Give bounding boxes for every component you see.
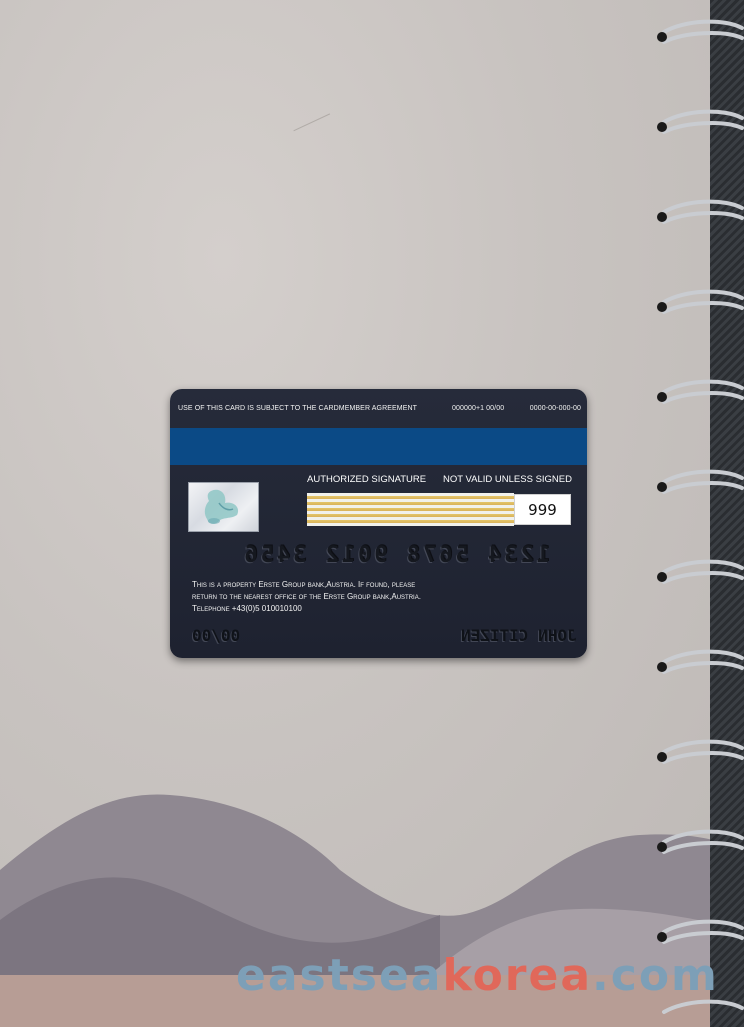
cvv-code: 999 [528, 500, 557, 519]
watermark-part-3: .com [592, 950, 719, 1001]
site-watermark: eastseakorea.com [236, 950, 719, 1004]
spiral-binding [657, 19, 744, 1014]
property-notice: This is a property Erste Group bank,Aust… [192, 579, 522, 615]
paper-crease [293, 113, 347, 167]
reference-code: 000000+1 00/00 [452, 405, 505, 412]
cvv-box: 999 [514, 494, 571, 525]
property-line-1: This is a property Erste Group bank,Aust… [192, 580, 416, 589]
property-line-2: return to the nearest office of the Erst… [192, 592, 421, 601]
signature-labels: AUTHORIZED SIGNATURE NOT VALID UNLESS SI… [307, 474, 572, 486]
card-top-row: USE OF THIS CARD IS SUBJECT TO THE CARDM… [178, 405, 581, 415]
watermark-part-2: korea [442, 950, 593, 1001]
issuer-code: 0000-00-000-00 [529, 405, 581, 412]
agreement-text: USE OF THIS CARD IS SUBJECT TO THE CARDM… [178, 405, 418, 412]
authorized-signature-label: AUTHORIZED SIGNATURE [307, 474, 427, 485]
embossed-card-number: 1234 5678 9012 3456 [241, 543, 550, 568]
credit-card-back: USE OF THIS CARD IS SUBJECT TO THE CARDM… [170, 389, 587, 658]
notebook-photo: USE OF THIS CARD IS SUBJECT TO THE CARDM… [0, 0, 744, 1027]
watermark-part-1: eastsea [236, 950, 443, 1001]
not-valid-label: NOT VALID UNLESS SIGNED [443, 474, 572, 485]
magnetic-stripe [170, 428, 587, 465]
signature-panel [307, 493, 514, 526]
telephone-line: Telephone +43(0)5 010010100 [192, 604, 302, 613]
hologram-dove-icon [188, 482, 259, 532]
embossed-expiry-date: 00/00 [192, 626, 241, 645]
embossed-cardholder-name: JOHN CITIZEN [461, 626, 577, 645]
